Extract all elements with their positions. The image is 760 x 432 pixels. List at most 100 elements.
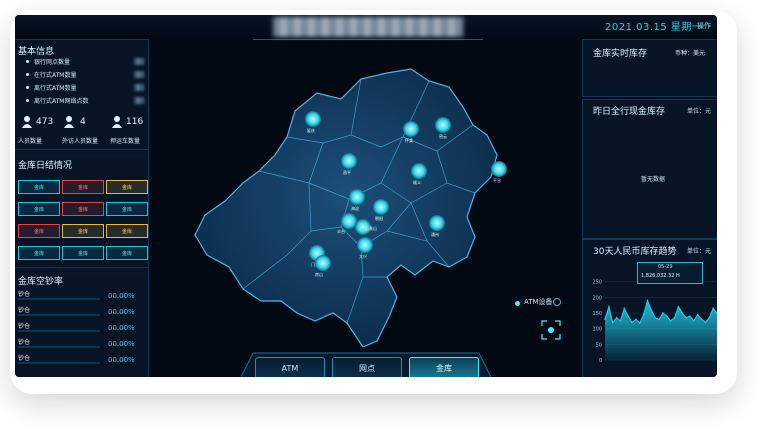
data-point bbox=[619, 320, 622, 322]
map-pin-label: 石景山 bbox=[365, 226, 377, 231]
data-point bbox=[673, 316, 676, 319]
tab-vault[interactable]: 金库 bbox=[409, 357, 479, 377]
map-pin-label: 延庆 bbox=[307, 128, 315, 133]
vault-box[interactable]: 金库 bbox=[106, 202, 148, 216]
data-point bbox=[696, 313, 699, 316]
data-point bbox=[608, 305, 610, 308]
data-point bbox=[669, 320, 672, 322]
data-point bbox=[658, 318, 660, 321]
vault-box[interactable]: 金库 bbox=[18, 224, 60, 238]
map-pin[interactable] bbox=[315, 255, 331, 271]
vault-box[interactable]: 金库 bbox=[18, 246, 60, 260]
vault-box[interactable]: 金库 bbox=[62, 246, 104, 260]
legend-dot-icon bbox=[515, 301, 520, 306]
basic-info-title: 基本信息 bbox=[18, 47, 55, 57]
rate-bar bbox=[18, 298, 100, 300]
data-point bbox=[704, 321, 707, 324]
person-icon bbox=[112, 116, 122, 128]
datetime: 2021.03.15 星期一 bbox=[605, 22, 703, 33]
map-pin[interactable] bbox=[305, 111, 321, 127]
rate-pct: 00.00% bbox=[108, 356, 135, 364]
map-pin-label: 丰台 bbox=[337, 229, 345, 234]
y-tick-label: 100 bbox=[592, 327, 602, 333]
stat-value: 473 bbox=[36, 117, 54, 127]
map-pin[interactable] bbox=[341, 153, 357, 169]
map-pin[interactable] bbox=[491, 161, 507, 177]
map-pin-label: 海淀 bbox=[351, 206, 359, 211]
data-point bbox=[693, 320, 695, 322]
currency-selector[interactable]: 币种：美元 bbox=[675, 48, 705, 57]
map-pin[interactable] bbox=[435, 117, 451, 133]
nav-right[interactable]: 操作 bbox=[697, 21, 711, 31]
map-pin[interactable] bbox=[429, 215, 445, 231]
data-point bbox=[654, 316, 657, 319]
map-pin-label: 大兴 bbox=[359, 254, 367, 259]
blurred-value bbox=[134, 84, 144, 91]
dashboard-screen: 2021.03.15 星期一 操作 基本信息 银行网点数量 在行式ATM数量 离… bbox=[15, 15, 717, 377]
data-point bbox=[642, 313, 645, 316]
rate-pct: 00.00% bbox=[108, 292, 135, 300]
map-pin-label: 朝阳 bbox=[375, 216, 383, 221]
vault-box[interactable]: 金库 bbox=[18, 202, 60, 216]
map-pin[interactable] bbox=[411, 163, 427, 179]
stat-value: 4 bbox=[80, 117, 86, 127]
bullet-icon bbox=[26, 99, 29, 102]
tab-branch[interactable]: 网点 bbox=[332, 357, 402, 377]
unit-label: 单位：元 bbox=[687, 108, 712, 115]
rate-bar bbox=[18, 314, 100, 316]
rate-row-label: 钞仓 bbox=[18, 307, 31, 314]
data-point bbox=[627, 315, 629, 317]
vault-box[interactable]: 金库 bbox=[18, 180, 60, 194]
info-item: 离行式ATM数量 bbox=[34, 85, 77, 92]
data-point bbox=[650, 309, 653, 311]
map-pin[interactable] bbox=[373, 199, 389, 215]
vault-box[interactable]: 金库 bbox=[62, 180, 104, 194]
map-pin-label: 平谷 bbox=[493, 178, 501, 183]
map-pin-label: 房山 bbox=[315, 272, 323, 277]
map-pin-label: 通州 bbox=[431, 232, 439, 237]
tab-atm[interactable]: ATM bbox=[255, 357, 325, 377]
map-outline bbox=[194, 68, 498, 347]
vault-box[interactable]: 金库 bbox=[106, 180, 148, 194]
rate-bar bbox=[18, 330, 100, 332]
blurred-value bbox=[134, 71, 144, 78]
map-pin[interactable] bbox=[403, 121, 419, 137]
yesterday-cash-panel: 昨日全行现金库存 单位：元 暂无数据 bbox=[582, 99, 717, 239]
app-title-blurred bbox=[273, 17, 463, 37]
data-point bbox=[689, 315, 691, 317]
data-point bbox=[631, 321, 633, 324]
data-point bbox=[635, 318, 637, 321]
vault-empty-rate-panel: 金库空钞率 钞仓 00.00% 钞仓 00.00% 钞仓 00.00% 钞仓 0… bbox=[15, 267, 149, 377]
data-point bbox=[615, 316, 618, 319]
vault-box[interactable]: 金库 bbox=[106, 246, 148, 260]
vault-box[interactable]: 金库 bbox=[106, 224, 148, 238]
rate-row-label: 钞仓 bbox=[18, 355, 31, 362]
y-tick-label: 50 bbox=[596, 342, 602, 348]
data-point bbox=[646, 299, 649, 302]
map-pin-label: 密云 bbox=[439, 134, 447, 139]
rate-row-label: 钞仓 bbox=[18, 291, 31, 298]
legend-toggle[interactable] bbox=[553, 298, 561, 306]
trend-chart-panel: 30天人民币库存趋势 单位：元 250 200 150 100 50 0 05-29 1,… bbox=[582, 239, 717, 377]
vault-realtime-title: 金库实时库存 bbox=[593, 49, 648, 59]
vault-box[interactable]: 金库 bbox=[62, 224, 104, 238]
map-pin[interactable] bbox=[357, 237, 373, 253]
empty-state: 暂无数据 bbox=[641, 176, 666, 183]
rate-bar bbox=[18, 346, 100, 348]
rate-pct: 00.00% bbox=[108, 340, 135, 348]
rate-bar bbox=[18, 362, 100, 364]
map-pin-label: 顺义 bbox=[413, 180, 421, 185]
map-pin[interactable] bbox=[349, 189, 365, 205]
vault-daily-title: 金库日结情况 bbox=[18, 161, 73, 171]
vault-box[interactable]: 金库 bbox=[62, 202, 104, 216]
series-area bbox=[605, 300, 717, 360]
yesterday-cash-title: 昨日全行现金库存 bbox=[593, 107, 666, 117]
person-icon bbox=[64, 116, 74, 128]
data-point bbox=[677, 305, 680, 308]
bullet-icon bbox=[26, 86, 29, 89]
vault-realtime-panel: 金库实时库存 币种：美元 bbox=[582, 39, 717, 97]
legend-label: ATM设备 bbox=[524, 298, 553, 306]
bullet-icon bbox=[26, 73, 29, 76]
chart-tooltip: 05-29 1,826,032.32 H bbox=[637, 262, 703, 284]
locate-icon[interactable] bbox=[541, 320, 561, 340]
